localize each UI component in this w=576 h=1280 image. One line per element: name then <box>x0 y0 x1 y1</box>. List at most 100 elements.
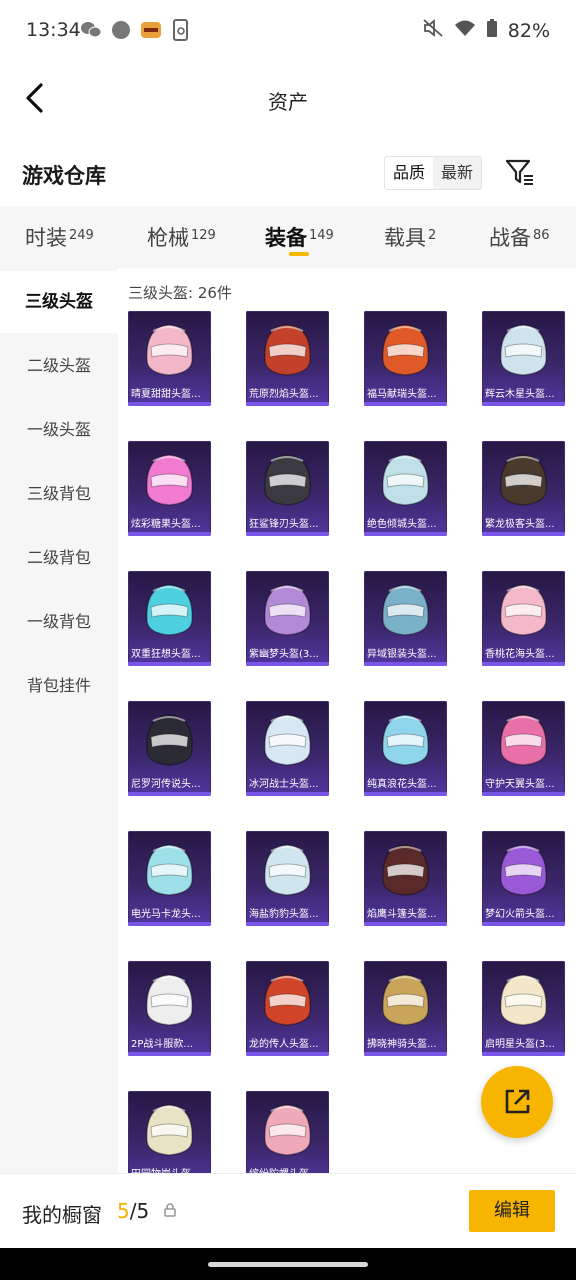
showcase-label: 我的橱窗 <box>22 1203 102 1227</box>
helmet-icon <box>264 844 311 896</box>
item-card[interactable]: 荒原烈焰头盔... <box>246 311 329 406</box>
item-card[interactable]: 繁龙极客头盔... <box>482 441 565 536</box>
home-gesture-handle[interactable] <box>208 1262 368 1267</box>
item-card[interactable]: 缤纷陀螺头盔... <box>246 1091 329 1173</box>
tab-label: 时装 <box>25 226 67 250</box>
notification-dot-icon <box>110 19 132 41</box>
item-card[interactable]: 拂晓神骑头盔... <box>364 961 447 1056</box>
helmet-icon <box>382 974 429 1026</box>
item-panel: 三级头盔: 26件 晴夏甜甜头盔... 荒原烈焰头盔... 福马献瑞头盔... 辉云木… <box>118 268 576 1173</box>
sidebar-item-level3-helmet[interactable]: 三级头盔 <box>0 271 118 333</box>
helmet-icon <box>264 974 311 1026</box>
tab-count: 2 <box>428 228 437 243</box>
item-card[interactable]: 狂鲨锋刃头盔... <box>246 441 329 536</box>
item-card[interactable]: 纯真浪花头盔... <box>364 701 447 796</box>
item-card[interactable]: 海盐豹豹头盔... <box>246 831 329 926</box>
wifi-icon <box>454 19 476 42</box>
item-card[interactable]: 冰河战士头盔... <box>246 701 329 796</box>
item-card[interactable]: 晴夏甜甜头盔... <box>128 311 211 406</box>
item-card[interactable]: 2P战斗服款... <box>128 961 211 1056</box>
item-card[interactable]: 田园物岸头盔... <box>128 1091 211 1173</box>
item-name: 守护天翼头盔... <box>485 779 555 790</box>
page-title: 资产 <box>268 90 308 114</box>
status-time: 13:34 <box>26 19 81 41</box>
rarity-strip <box>364 1052 447 1056</box>
sort-latest-button[interactable]: 最新 <box>433 157 481 189</box>
item-card[interactable]: 异域银装头盔... <box>364 571 447 666</box>
helmet-icon <box>382 454 429 506</box>
sort-toggle: 品质 最新 <box>384 156 483 190</box>
item-card[interactable]: 辉云木星头盔... <box>482 311 565 406</box>
sidebar-item-backpack-charm[interactable]: 背包挂件 <box>0 655 118 717</box>
tab-count: 129 <box>191 228 216 243</box>
helmet-icon <box>146 844 193 896</box>
section-title: 游戏仓库 <box>22 164 106 188</box>
item-name: 福马献瑞头盔... <box>367 389 437 400</box>
tab-equipment[interactable]: 装备 149 <box>265 222 334 252</box>
system-nav-bar <box>0 1248 576 1280</box>
item-name: 启明星头盔(3... <box>485 1039 555 1050</box>
filter-button[interactable] <box>504 156 536 188</box>
item-name: 2P战斗服款... <box>131 1039 193 1050</box>
helmet-icon <box>382 844 429 896</box>
rarity-strip <box>482 922 565 926</box>
rarity-strip <box>128 922 211 926</box>
battery-icon <box>486 18 498 43</box>
tab-guns[interactable]: 枪械 129 <box>147 222 216 252</box>
rarity-strip <box>482 662 565 666</box>
item-grid: 晴夏甜甜头盔... 荒原烈焰头盔... 福马献瑞头盔... 辉云木星头盔... 炫彩糖果… <box>128 311 568 1173</box>
sidebar-item-level2-backpack[interactable]: 二级背包 <box>0 527 118 589</box>
item-card[interactable]: 福马献瑞头盔... <box>364 311 447 406</box>
rarity-strip <box>246 792 329 796</box>
item-name: 炫彩糖果头盔... <box>131 519 201 530</box>
rarity-strip <box>128 402 211 406</box>
rarity-strip <box>482 1052 565 1056</box>
item-card[interactable]: 焰鹰斗篷头盔... <box>364 831 447 926</box>
tab-supplies[interactable]: 战备 86 <box>489 222 550 252</box>
active-tab-indicator <box>289 252 309 256</box>
tab-vehicles[interactable]: 载具 2 <box>384 222 436 252</box>
item-card[interactable]: 电光马卡龙头... <box>128 831 211 926</box>
item-name: 尼罗河传说头... <box>131 779 201 790</box>
rarity-strip <box>482 532 565 536</box>
sidebar-item-level1-backpack[interactable]: 一级背包 <box>0 591 118 653</box>
helmet-icon <box>500 454 547 506</box>
helmet-icon <box>500 324 547 376</box>
tab-fashion[interactable]: 时装 249 <box>25 222 94 252</box>
rarity-strip <box>364 922 447 926</box>
helmet-icon <box>500 974 547 1026</box>
helmet-icon <box>500 714 547 766</box>
item-card[interactable]: 龙的传人头盔... <box>246 961 329 1056</box>
item-name: 辉云木星头盔... <box>485 389 555 400</box>
share-button[interactable] <box>481 1066 553 1138</box>
sidebar-item-level1-helmet[interactable]: 一级头盔 <box>0 399 118 461</box>
showcase-count: 5/5 <box>117 1199 150 1223</box>
tab-count: 249 <box>69 228 94 243</box>
helmet-icon <box>264 454 311 506</box>
item-card[interactable]: 双重狂想头盔... <box>128 571 211 666</box>
item-name: 繁龙极客头盔... <box>485 519 555 530</box>
item-card[interactable]: 梦幻火箭头盔... <box>482 831 565 926</box>
item-name: 晴夏甜甜头盔... <box>131 389 201 400</box>
item-card[interactable]: 紫幽梦头盔(3... <box>246 571 329 666</box>
status-bar: 13:34 82% <box>0 0 576 62</box>
tab-label: 枪械 <box>147 226 189 250</box>
edit-button[interactable]: 编辑 <box>469 1190 555 1232</box>
wechat-icon <box>80 19 102 41</box>
app-badge-icon <box>140 19 162 41</box>
sidebar-item-level3-backpack[interactable]: 三级背包 <box>0 463 118 525</box>
item-card[interactable]: 启明星头盔(3... <box>482 961 565 1056</box>
item-card[interactable]: 炫彩糖果头盔... <box>128 441 211 536</box>
sidebar: 三级头盔 二级头盔 一级头盔 三级背包 二级背包 一级背包 背包挂件 <box>0 268 118 1173</box>
helmet-icon <box>382 324 429 376</box>
item-card[interactable]: 守护天翼头盔... <box>482 701 565 796</box>
sort-quality-button[interactable]: 品质 <box>385 157 434 189</box>
item-name: 缤纷陀螺头盔... <box>249 1165 326 1173</box>
item-card[interactable]: 尼罗河传说头... <box>128 701 211 796</box>
item-card[interactable]: 绝色倾城头盔... <box>364 441 447 536</box>
status-right: 82% <box>422 18 550 43</box>
helmet-icon <box>264 584 311 636</box>
item-card[interactable]: 香桃花海头盔... <box>482 571 565 666</box>
category-tabs: 时装 249 枪械 129 装备 149 载具 2 战备 86 <box>0 206 576 268</box>
sidebar-item-level2-helmet[interactable]: 二级头盔 <box>0 335 118 397</box>
